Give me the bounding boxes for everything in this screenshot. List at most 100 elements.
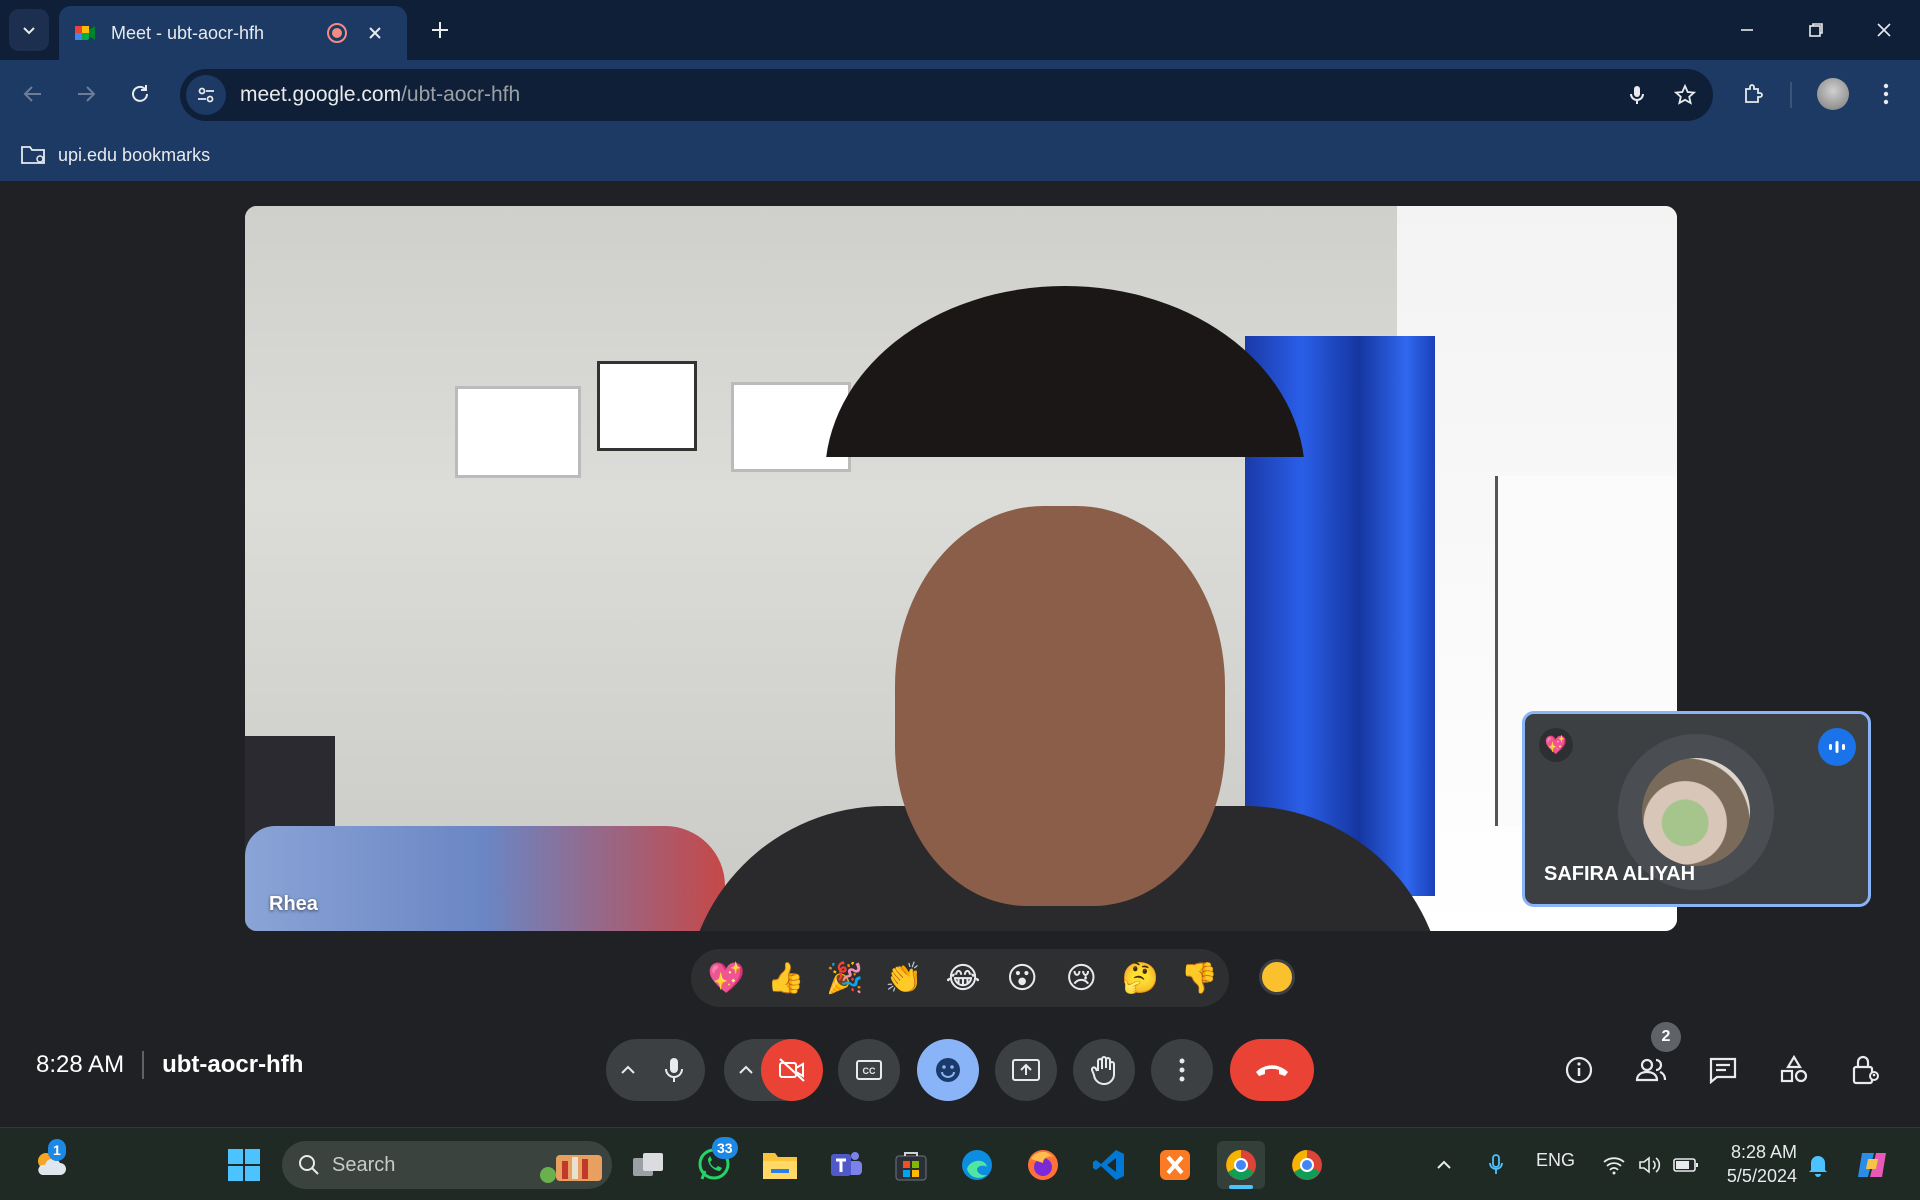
microphone-icon: [665, 1058, 683, 1082]
present-screen-button[interactable]: [995, 1039, 1057, 1101]
taskbar-xampp[interactable]: [1151, 1141, 1199, 1189]
chevron-down-icon: [23, 27, 35, 35]
reaction-thumbs-up[interactable]: 👍: [756, 953, 815, 1003]
taskbar-teams[interactable]: [822, 1141, 870, 1189]
self-reaction-badge: 💖: [1539, 728, 1573, 762]
restore-icon: [1809, 23, 1823, 37]
new-tab-button[interactable]: [425, 15, 455, 45]
tray-battery[interactable]: [1668, 1141, 1704, 1189]
taskbar-chrome-active[interactable]: [1217, 1141, 1265, 1189]
edge-icon: [962, 1150, 992, 1180]
activities-button[interactable]: [1767, 1043, 1821, 1097]
video-options-button[interactable]: [726, 1039, 766, 1101]
language-indicator[interactable]: ENG: [1536, 1150, 1575, 1171]
tab-close-button[interactable]: [365, 23, 385, 43]
url-host: meet.google.com: [240, 83, 402, 106]
meeting-details-button[interactable]: [1552, 1043, 1606, 1097]
reactions-button[interactable]: [917, 1039, 979, 1101]
browser-menu-button[interactable]: [1866, 74, 1906, 114]
browser-toolbar: meet.google.com/ubt-aocr-hfh upi.edu boo…: [0, 60, 1920, 188]
participant-count-badge: 2: [1651, 1022, 1681, 1052]
tray-volume[interactable]: [1632, 1141, 1668, 1189]
reaction-clap[interactable]: 👏: [874, 953, 933, 1003]
recording-icon: [327, 23, 347, 43]
start-button[interactable]: [220, 1141, 268, 1189]
more-options-button[interactable]: [1151, 1039, 1213, 1101]
tray-overflow-button[interactable]: [1426, 1141, 1462, 1189]
people-icon: [1635, 1058, 1667, 1082]
minimize-button[interactable]: [1723, 10, 1771, 50]
reaction-surprised[interactable]: 😮: [993, 953, 1052, 1003]
tray-wifi[interactable]: [1596, 1141, 1632, 1189]
captions-button[interactable]: CC: [838, 1039, 900, 1101]
plus-icon: [432, 22, 448, 38]
weather-widget[interactable]: 1: [26, 1139, 74, 1189]
microphone-icon: [1489, 1154, 1503, 1174]
site-info-button[interactable]: [186, 75, 226, 115]
leave-call-button[interactable]: [1230, 1039, 1314, 1101]
audio-options-button[interactable]: [608, 1039, 648, 1101]
reaction-thinking[interactable]: 🤔: [1111, 953, 1170, 1003]
taskbar-firefox[interactable]: [1019, 1141, 1067, 1189]
star-icon: [1674, 84, 1696, 105]
taskbar-clock[interactable]: 8:28 AM 5/5/2024: [1713, 1140, 1797, 1188]
browser-tab-meet[interactable]: Meet - ubt-aocr-hfh: [59, 6, 407, 60]
copilot-button[interactable]: [1848, 1141, 1896, 1189]
forward-button[interactable]: [66, 74, 106, 114]
taskbar-whatsapp[interactable]: 33: [690, 1137, 738, 1189]
camera-toggle-button[interactable]: [761, 1039, 823, 1101]
activities-icon: [1780, 1055, 1808, 1083]
taskbar-edge[interactable]: [953, 1141, 1001, 1189]
bookmark-star-button[interactable]: [1665, 75, 1705, 115]
tab-search-button[interactable]: [9, 9, 49, 51]
window-close-button[interactable]: [1860, 10, 1908, 50]
captions-icon: CC: [856, 1060, 882, 1080]
search-icon: [299, 1155, 319, 1175]
minimize-icon: [1741, 29, 1753, 31]
folder-icon: [763, 1153, 797, 1179]
host-controls-button[interactable]: [1839, 1043, 1893, 1097]
reaction-laugh[interactable]: 😂: [933, 953, 992, 1003]
taskbar-vscode[interactable]: [1085, 1141, 1133, 1189]
chevron-up-icon: [621, 1065, 635, 1074]
extensions-button[interactable]: [1733, 74, 1773, 114]
raise-hand-button[interactable]: [1073, 1039, 1135, 1101]
self-video-tile[interactable]: 💖 SAFIRA ALIYAH: [1522, 711, 1871, 907]
taskbar-chrome[interactable]: [1283, 1141, 1331, 1189]
skin-tone-picker[interactable]: [1259, 959, 1295, 995]
reaction-bar: 💖 👍 🎉 👏 😂 😮 😢 🤔 👎: [691, 949, 1229, 1007]
back-button[interactable]: [13, 74, 53, 114]
reaction-party[interactable]: 🎉: [815, 953, 874, 1003]
restore-button[interactable]: [1792, 10, 1840, 50]
chrome-icon: [1292, 1150, 1322, 1180]
lock-person-icon: [1852, 1055, 1879, 1085]
reaction-cry[interactable]: 😢: [1052, 953, 1111, 1003]
bookmark-folder-label: upi.edu bookmarks: [58, 144, 211, 165]
microphone-icon: [1630, 86, 1644, 104]
notifications-button[interactable]: [1800, 1141, 1836, 1189]
audio-level-icon: [1818, 728, 1856, 766]
reload-button[interactable]: [120, 74, 160, 114]
taskbar-search[interactable]: Search: [282, 1141, 612, 1189]
avatar: [1642, 758, 1750, 866]
profile-button[interactable]: [1813, 74, 1853, 114]
url-text[interactable]: meet.google.com/ubt-aocr-hfh: [240, 83, 1617, 107]
reaction-heart[interactable]: 💖: [697, 953, 756, 1003]
weather-badge: 1: [48, 1139, 66, 1161]
voice-search-button[interactable]: [1617, 75, 1657, 115]
chat-button[interactable]: [1696, 1043, 1750, 1097]
vscode-icon: [1093, 1150, 1124, 1180]
taskbar-file-explorer[interactable]: [756, 1141, 804, 1189]
bookmark-folder[interactable]: upi.edu bookmarks: [20, 138, 210, 172]
close-icon: [1877, 23, 1891, 37]
address-bar[interactable]: meet.google.com/ubt-aocr-hfh: [180, 69, 1713, 121]
meeting-info: 8:28 AM ubt-aocr-hfh: [36, 1051, 303, 1079]
reaction-thumbs-down[interactable]: 👎: [1170, 953, 1229, 1003]
main-video-tile[interactable]: Rhea: [245, 206, 1677, 931]
meet-stage: Rhea 💖 SAFIRA ALIYAH 💖 👍 🎉 👏 😂 😮 😢 🤔 👎 8…: [0, 181, 1920, 1127]
microphone-toggle-button[interactable]: [643, 1039, 705, 1101]
xampp-icon: [1160, 1150, 1190, 1180]
taskbar-store[interactable]: [887, 1141, 935, 1189]
task-view-button[interactable]: [624, 1141, 672, 1189]
tray-microphone[interactable]: [1478, 1141, 1514, 1189]
